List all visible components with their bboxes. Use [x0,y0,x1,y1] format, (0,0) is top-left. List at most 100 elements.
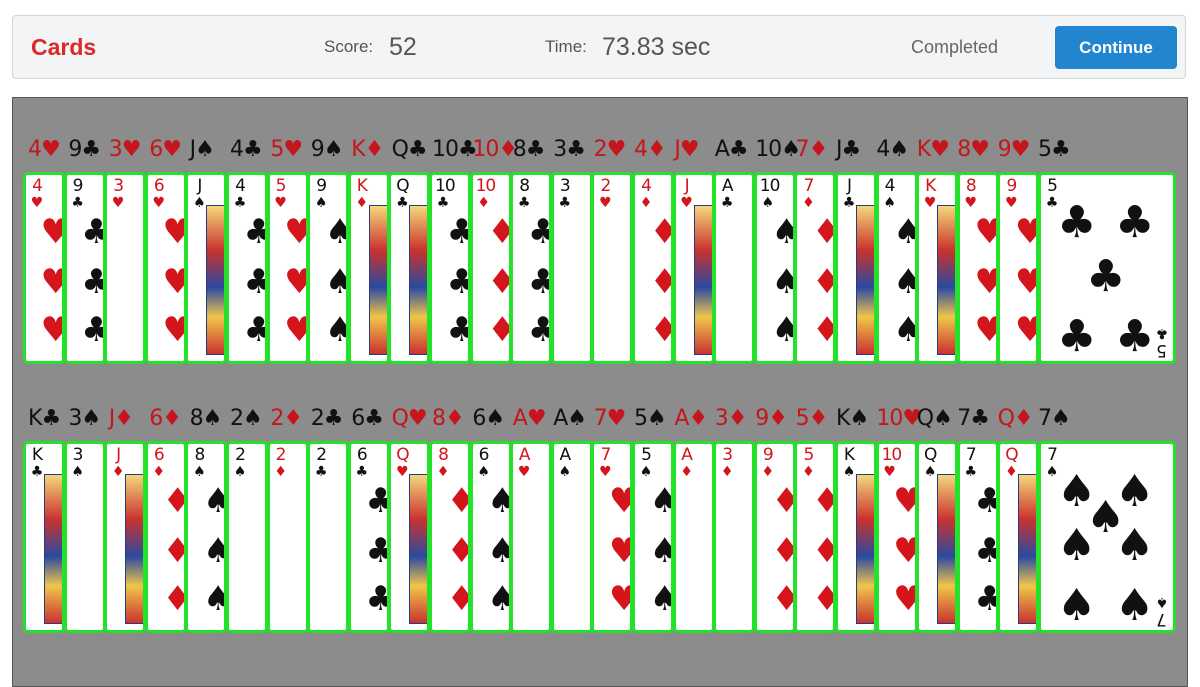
card-index-suit: ♣ [233,195,247,211]
playing-card-4-of-clubs[interactable]: 4♣♣♣♣ [226,172,268,364]
playing-card-2-of-clubs[interactable]: 2 ♣ [307,441,350,633]
playing-card-2-of-diamonds[interactable]: 2 ♦ [266,441,309,633]
card-label-suit: ♠ [647,406,667,431]
playing-card-6-of-spades[interactable]: 6♠♠♠♠ [469,441,512,633]
card-index: 9 ♣ [70,178,86,212]
card-label: 9♥ [998,138,1031,162]
playing-card-king-of-diamonds[interactable]: K ♦ [347,172,390,364]
playing-card-queen-of-clubs[interactable]: Q ♣ [388,172,431,364]
card-label-rank: K [836,406,850,431]
card-index-suit: ♠ [193,195,206,211]
diamond-pip-icon: ♦ [447,484,468,518]
playing-card-7-of-diamonds[interactable]: 7♦♦♦♦ [794,172,837,364]
card-label-rank: 5 [634,406,648,431]
playing-card-7-of-spades[interactable]: 7 ♠ ♠ ♠ ♠ ♠ ♠ ♠ ♠ 7 ♠ [1038,441,1176,633]
diamond-pip-icon: ♦ [812,265,833,299]
card-index: 3 ♣ [557,178,573,212]
card-label: 6♣ [351,406,384,431]
playing-card-9-of-spades[interactable]: 9♠♠♠♠ [307,172,350,364]
playing-card-jack-of-spades[interactable]: J ♠ [185,172,228,364]
playing-card-2-of-spades[interactable]: 2 ♠ [226,441,268,633]
playing-card-10-of-diamonds[interactable]: 10♦♦♦♦ [469,172,512,364]
playing-card-7-of-hearts[interactable]: 7♥♥♥♥ [591,441,634,633]
card-index: 2 ♠ [232,447,248,481]
card-index-rank: Q [1005,445,1018,465]
playing-card-8-of-clubs[interactable]: 8♣♣♣♣ [510,172,553,364]
card-index: 10 ♠ [760,178,781,212]
card-label: 4♣ [230,138,263,162]
card-label-rank: 3 [553,137,567,162]
playing-card-4-of-spades[interactable]: 4♠♠♠♠ [875,172,918,364]
playing-card-ace-of-hearts[interactable]: A ♥ [510,441,553,633]
playing-card-3-of-hearts[interactable]: 3 ♥ [104,172,147,364]
playing-card-7-of-clubs[interactable]: 7♣♣♣♣ [956,441,999,633]
card-label-suit: ♠ [81,406,101,431]
card-index-rank: 6 [478,445,490,465]
card-index-rank: K [356,176,368,196]
heart-pip-icon: ♥ [284,313,305,347]
card-index-suit: ♦ [639,195,653,211]
card-label: A♣ [715,138,749,162]
spade-pip-icon: ♠ [1115,520,1155,571]
playing-card-ace-of-diamonds[interactable]: A ♦ [672,441,715,633]
playing-card-king-of-spades[interactable]: K ♠ [835,441,877,633]
playing-card-10-of-spades[interactable]: 10♠♠♠♠ [753,172,796,364]
spade-pip-icon: ♠ [487,534,508,568]
card-label-rank: 9 [310,137,325,162]
card-index-rank: 9 [1006,176,1017,196]
card-index-suit: ♦ [436,464,450,480]
playing-card-jack-of-clubs[interactable]: J ♣ [835,172,877,364]
card-index-rank: 3 [72,445,84,465]
card-index: 8 ♠ [191,447,207,481]
playing-card-jack-of-hearts[interactable]: J ♥ [672,172,715,364]
card-index-rank: 7 [1157,609,1167,629]
card-index-suit: ♥ [599,464,612,480]
playing-card-9-of-hearts[interactable]: 9♥♥♥♥ [997,172,1040,364]
playing-card-5-of-diamonds[interactable]: 5♦♦♦♦ [794,441,837,633]
card-label-suit: ♣ [364,406,384,431]
diamond-pip-icon: ♦ [650,265,671,299]
playing-card-4-of-hearts[interactable]: 4♥♥♥♥ [23,172,65,364]
card-index: 8 ♣ [516,178,532,212]
playing-card-6-of-diamonds[interactable]: 6♦♦♦♦ [144,441,187,633]
playing-card-8-of-diamonds[interactable]: 8♦♦♦♦ [429,441,471,633]
playing-card-6-of-clubs[interactable]: 6♣♣♣♣ [347,441,390,633]
playing-card-king-of-clubs[interactable]: K ♣ [23,441,65,633]
card-index: 10 ♣ [435,178,456,212]
playing-card-3-of-spades[interactable]: 3 ♠ [63,441,106,633]
playing-card-10-of-hearts[interactable]: 10♥♥♥♥ [875,441,918,633]
playing-card-5-of-clubs[interactable]: 5 ♣ ♣ ♣ ♣ ♣ ♣ 5 ♣ [1038,172,1176,364]
playing-card-3-of-diamonds[interactable]: 3 ♦ [713,441,756,633]
card-label: 2♦ [270,407,303,431]
continue-button[interactable]: Continue [1055,26,1177,69]
playing-card-8-of-hearts[interactable]: 8♥♥♥♥ [956,172,999,364]
card-label-rank: A [674,406,689,431]
card-index-rank: 2 [600,176,611,196]
card-index-rank: 4 [235,176,246,196]
playing-card-5-of-spades[interactable]: 5♠♠♠♠ [632,441,674,633]
playing-card-jack-of-diamonds[interactable]: J ♦ [104,441,147,633]
playing-card-queen-of-spades[interactable]: Q ♠ [916,441,959,633]
playing-card-ace-of-clubs[interactable]: A ♣ [713,172,756,364]
card-label: 8♣ [513,138,546,162]
card-label: 5♦ [796,407,829,431]
playing-card-king-of-hearts[interactable]: K ♥ [916,172,959,364]
playing-card-queen-of-diamonds[interactable]: Q ♦ [997,441,1040,633]
playing-card-queen-of-hearts[interactable]: Q ♥ [388,441,431,633]
playing-card-6-of-hearts[interactable]: 6♥♥♥♥ [144,172,187,364]
playing-card-5-of-hearts[interactable]: 5♥♥♥♥ [266,172,309,364]
playing-card-9-of-diamonds[interactable]: 9♦♦♦♦ [753,441,796,633]
playing-card-2-of-hearts[interactable]: 2 ♥ [591,172,634,364]
playing-card-9-of-clubs[interactable]: 9♣♣♣♣ [63,172,106,364]
club-pip-icon: ♣ [974,582,995,616]
card-label: 7♥ [594,407,627,431]
playing-card-4-of-diamonds[interactable]: 4♦♦♦♦ [632,172,674,364]
playing-card-ace-of-spades[interactable]: A ♠ [550,441,593,633]
card-index: Q ♦ [1003,447,1019,481]
playing-card-3-of-clubs[interactable]: 3 ♣ [550,172,593,364]
card-label-rank: 8 [432,406,446,431]
playing-card-8-of-spades[interactable]: 8♠♠♠♠ [185,441,228,633]
card-index-rank: 7 [1047,445,1058,465]
playing-card-10-of-clubs[interactable]: 10♣♣♣♣ [429,172,471,364]
card-index: K ♥ [922,178,938,212]
